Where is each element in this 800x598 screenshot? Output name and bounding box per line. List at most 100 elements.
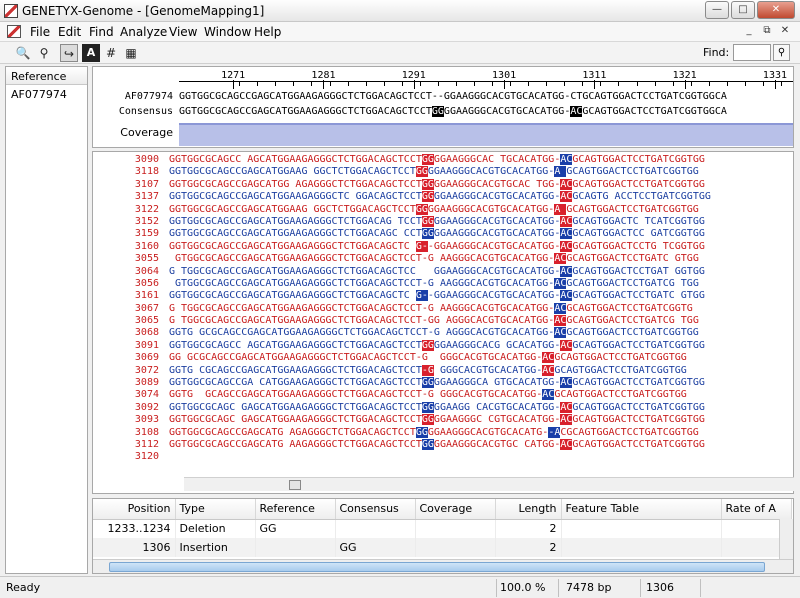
table-cell-reference: GG bbox=[255, 519, 336, 538]
grid-icon[interactable]: # bbox=[102, 44, 120, 62]
read-sequence: GGTGGCGCAGCC AGCATGGAAGAGGGCTCTGGACAGCTC… bbox=[169, 154, 705, 166]
mdi-restore-button[interactable]: ⧉ bbox=[760, 25, 774, 38]
read-row[interactable]: 3056 GTGGCGCAGCCGAGCATGGAAGAGGGCTCTGGACA… bbox=[93, 277, 793, 290]
document-icon[interactable] bbox=[7, 25, 21, 38]
read-row[interactable]: 3120 bbox=[93, 451, 793, 463]
read-sequence-segment: AAGGGCACGTGCACATGG- bbox=[433, 277, 555, 289]
read-sequence: G TGGCGCAGCCGAGCATGGAAGAGGGCTCTGGACAGCTC… bbox=[169, 302, 693, 315]
ruler-minor-tick bbox=[654, 82, 656, 86]
table-scroll-thumb[interactable] bbox=[109, 562, 765, 572]
read-row[interactable]: 3093 GGTGGCGCAGC GAGCATGGAAGAGGGCTCTGGACA… bbox=[93, 414, 793, 426]
read-sequence-segment: G TGGCGCAGCCGAGCATGGAAGAGGGCTCTGGACAGCTC… bbox=[169, 302, 422, 314]
read-sequence: G TGGCGCAGCCGAGCATGGAAGAGGGCTCTGGACAGCTC… bbox=[169, 265, 705, 278]
mismatch-highlight: GG bbox=[421, 215, 434, 227]
find-pin-icon[interactable]: ⚲ bbox=[773, 44, 790, 61]
table-header-consensus[interactable]: Consensus bbox=[335, 499, 416, 520]
ruler-minor-tick bbox=[293, 82, 295, 86]
find-input[interactable] bbox=[733, 44, 771, 61]
read-sequence-segment: GCAGTGGACTCCTG TCGGTGG bbox=[572, 240, 705, 252]
table-row[interactable]: 1233..1234 Deletion GG 2 bbox=[93, 519, 792, 538]
read-id: 3152 bbox=[134, 215, 159, 227]
menu-analyze[interactable]: Analyze bbox=[120, 25, 167, 39]
read-row[interactable]: 3160 GGTGGCGCAGCCGAGCATGGAAGAGGGCTCTGGACA… bbox=[93, 240, 793, 253]
image-icon[interactable]: ▦ bbox=[122, 44, 140, 62]
menu-help[interactable]: Help bbox=[254, 25, 281, 39]
read-row[interactable]: 3091 GGTGGCGCAGCC AGCATGGAAGAGGGCTCTGGACA… bbox=[93, 339, 793, 352]
read-id: 3068 bbox=[134, 327, 159, 339]
read-sequence: GTGGCGCAGCCGAGCATGGAAGAGGGCTCTGGACAGCTCC… bbox=[169, 253, 699, 265]
read-row[interactable]: 3065 G TGGCGCAGCCGAGCATGGAAGAGGGCTCTGGACA… bbox=[93, 315, 793, 327]
text-mode-icon[interactable]: A bbox=[82, 44, 100, 62]
read-row[interactable]: 3055 GTGGCGCAGCCGAGCATGGAAGAGGGCTCTGGACA… bbox=[93, 253, 793, 265]
read-row[interactable]: 3108 GGTGGCGCAGCCGAGCATG AGAGGGCTCTGGACAG… bbox=[93, 426, 793, 439]
read-row[interactable]: 3072 GGTG CGCAGCCGAGCATGGAAGAGGGCTCTGGACA… bbox=[93, 364, 793, 377]
read-row[interactable]: 3089 GGTGGCGCAGCCGA CATGGAAGAGGGCTCTGGACA… bbox=[93, 377, 793, 389]
mismatch-highlight: GG bbox=[421, 191, 434, 203]
zoom-out-icon[interactable]: ⚲ bbox=[35, 44, 53, 62]
table-vertical-scrollbar[interactable] bbox=[779, 519, 793, 561]
read-sequence: GGTG CGCAGCCGAGCATGGAAGAGGGCTCTGGACAGCTC… bbox=[169, 364, 687, 377]
read-row[interactable]: 3067 G TGGCGCAGCCGAGCATGGAAGAGGGCTCTGGACA… bbox=[93, 302, 793, 315]
read-sequence: GGTGGCGCAGCCGAGCATG AAGAGGGCTCTGGACAGCTC… bbox=[169, 438, 705, 451]
read-row[interactable]: 3064 G TGGCGCAGCCGAGCATGGAAGAGGGCTCTGGACA… bbox=[93, 265, 793, 278]
read-sequence: GGTGGCGCAGCCGAGCATGGAAGAGGGCTCTGGACAGCTC… bbox=[169, 290, 705, 302]
read-row[interactable]: 3118 GGTGGCGCAGCCGAGCATGGAAG GGCTCTGGACAG… bbox=[93, 166, 793, 178]
read-row[interactable]: 3107 GGTGGCGCAGCCGAGCATGG AGAGGGCTCTGGACA… bbox=[93, 178, 793, 191]
table-horizontal-scrollbar[interactable] bbox=[93, 559, 793, 573]
reads-view[interactable]: 3090 GGTGGCGCAGCC AGCATGGAAGAGGGCTCTGGACA… bbox=[92, 151, 794, 494]
table-row[interactable]: 1306 Insertion GG 2 bbox=[93, 538, 792, 557]
read-sequence-segment: GCAGTGGACTCCTGATC GTGG bbox=[572, 290, 705, 302]
reads-horizontal-scrollbar[interactable] bbox=[184, 477, 794, 491]
read-sequence: GGTGGCGCAGCCGA CATGGAAGAGGGCTCTGGACAGCTC… bbox=[169, 377, 705, 389]
menu-window[interactable]: Window bbox=[204, 25, 251, 39]
mdi-minimize-button[interactable]: _ bbox=[742, 25, 756, 38]
menu-edit[interactable]: Edit bbox=[58, 25, 81, 39]
read-sequence: GGTGGCGCAGCCGAGCATGGAAG GGCTCTGGACAGCTCC… bbox=[169, 166, 699, 178]
table-header-rate-of-a[interactable]: Rate of A bbox=[721, 499, 792, 520]
table-header-position[interactable]: Position bbox=[93, 499, 176, 520]
jump-icon[interactable]: ↪ bbox=[60, 44, 78, 62]
read-row[interactable]: 3068 GGTG GCGCAGCCGAGCATGGAAGAGGGCTCTGGAC… bbox=[93, 327, 793, 339]
table-cell-type: Deletion bbox=[175, 519, 256, 538]
read-row[interactable]: 3152 GGTGGCGCAGCCGAGCATGGAAGAGGGCTCTGGACA… bbox=[93, 215, 793, 228]
table-header-feature-table[interactable]: Feature Table bbox=[561, 499, 722, 520]
read-row[interactable]: 3074 GGTG GCAGCCGAGCATGGAAGAGGGCTCTGGACAG… bbox=[93, 389, 793, 401]
read-id: 3159 bbox=[134, 228, 159, 240]
read-row[interactable]: 3092 GGTGGCGCAGC GAGCATGGAAGAGGGCTCTGGACA… bbox=[93, 401, 793, 414]
menu-find[interactable]: Find bbox=[89, 25, 114, 39]
status-zoom: 100.0 % bbox=[500, 581, 546, 594]
mismatch-highlight: GG bbox=[421, 154, 434, 165]
minimize-button[interactable]: — bbox=[705, 1, 729, 19]
table-header-type[interactable]: Type bbox=[175, 499, 256, 520]
read-row[interactable]: 3137 GGTGGCGCAGCCGAGCATGGAAGAGGGCTC GGACA… bbox=[93, 191, 793, 203]
read-row[interactable]: 3090 GGTGGCGCAGCC AGCATGGAAGAGGGCTCTGGACA… bbox=[93, 154, 793, 166]
reference-item[interactable]: AF077974 bbox=[6, 85, 87, 104]
mismatch-highlight: GG bbox=[421, 401, 434, 413]
zoom-in-icon[interactable]: 🔍 bbox=[14, 44, 32, 62]
read-row[interactable]: 3112 GGTGGCGCAGCCGAGCATG AAGAGGGCTCTGGACA… bbox=[93, 438, 793, 451]
mdi-close-button[interactable]: ✕ bbox=[778, 25, 792, 38]
menu-file[interactable]: File bbox=[30, 25, 50, 39]
ruler-minor-tick bbox=[744, 82, 746, 86]
close-button[interactable]: ✕ bbox=[757, 1, 795, 19]
maximize-button[interactable]: □ bbox=[731, 1, 755, 19]
table-header-length[interactable]: Length bbox=[495, 499, 562, 520]
ruler-minor-tick bbox=[546, 82, 548, 86]
read-row[interactable]: 3161 GGTGGCGCAGCCGAGCATGGAAGAGGGCTCTGGACA… bbox=[93, 290, 793, 302]
consensus-sequence: GGTGGCGCAGCCGAGCATGGAAGAGGGCTCTGGACAGCTC… bbox=[179, 106, 727, 117]
read-sequence-segment: CGCAGTGGACTCCTGATCGGTGG bbox=[560, 426, 699, 438]
menu-view[interactable]: View bbox=[169, 25, 197, 39]
table-header-coverage[interactable]: Coverage bbox=[415, 499, 496, 520]
ruler-minor-tick bbox=[564, 82, 566, 86]
read-row[interactable]: 3069 GG GCGCAGCCGAGCATGGAAGAGGGCTCTGGACAG… bbox=[93, 352, 793, 364]
read-sequence-segment: GTGGCGCAGCCGAGCATGGAAGAGGGCTCTGGACAGCTCC… bbox=[169, 277, 422, 289]
read-row[interactable]: 3122 GGTGGCGCAGCCGAGCATGGAAG GGCTCTGGACAG… bbox=[93, 203, 793, 216]
table-header-reference[interactable]: Reference bbox=[255, 499, 336, 520]
read-sequence-segment: GCAGTGGACTCC GATCGGTGG bbox=[572, 228, 705, 240]
read-row[interactable]: 3159 GGTGGCGCAGCCGAGCATGGAAGAGGGCTCTGGACA… bbox=[93, 228, 793, 240]
mismatch-highlight: A bbox=[554, 203, 567, 215]
reads-scroll-thumb[interactable] bbox=[289, 480, 301, 490]
ruler-minor-tick bbox=[347, 82, 349, 86]
status-bar: Ready 100.0 % 7478 bp 1306 bbox=[0, 576, 800, 598]
ruler-minor-tick bbox=[726, 82, 728, 86]
